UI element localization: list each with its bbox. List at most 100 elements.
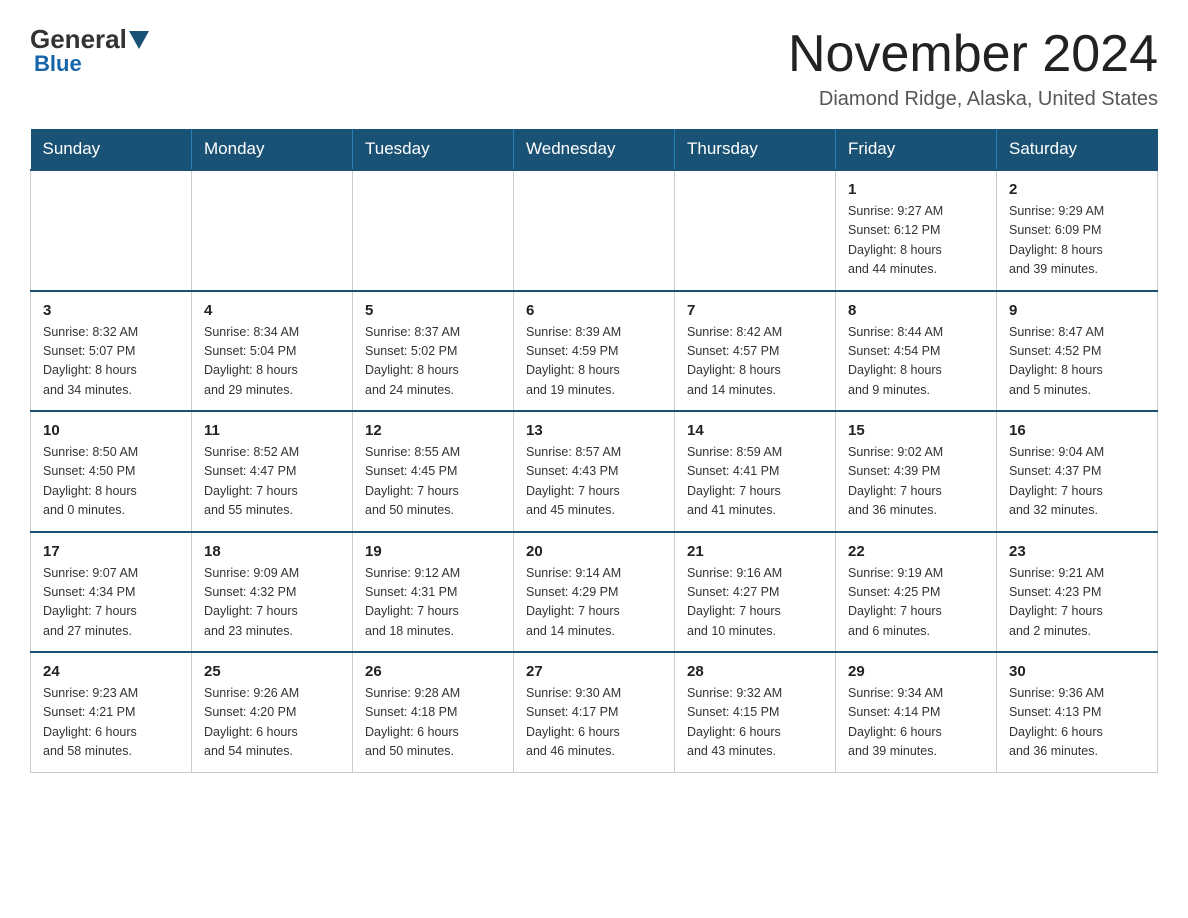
calendar-cell: 12 Sunrise: 8:55 AMSunset: 4:45 PMDayligh… xyxy=(353,411,514,532)
day-number: 22 xyxy=(848,543,984,560)
calendar-cell: 16 Sunrise: 9:04 AMSunset: 4:37 PMDayligh… xyxy=(997,411,1158,532)
day-info: Sunrise: 9:28 AMSunset: 4:18 PMDaylight:… xyxy=(365,684,501,762)
day-number: 12 xyxy=(365,422,501,439)
calendar-cell: 28 Sunrise: 9:32 AMSunset: 4:15 PMDayligh… xyxy=(675,652,836,772)
col-header-sunday: Sunday xyxy=(31,129,192,170)
day-info: Sunrise: 8:59 AMSunset: 4:41 PMDaylight:… xyxy=(687,443,823,521)
logo-blue-text: Blue xyxy=(30,51,82,77)
day-info: Sunrise: 8:44 AMSunset: 4:54 PMDaylight:… xyxy=(848,323,984,401)
title-block: November 2024 Diamond Ridge, Alaska, Uni… xyxy=(788,24,1158,111)
calendar-cell: 17 Sunrise: 9:07 AMSunset: 4:34 PMDayligh… xyxy=(31,532,192,653)
logo: General Blue xyxy=(30,24,151,77)
calendar-cell: 6 Sunrise: 8:39 AMSunset: 4:59 PMDaylight… xyxy=(514,291,675,412)
calendar-cell xyxy=(31,170,192,291)
calendar-cell: 11Sunrise: 8:52 AMSunset: 4:47 PMDayligh… xyxy=(192,411,353,532)
col-header-wednesday: Wednesday xyxy=(514,129,675,170)
day-info: Sunrise: 8:39 AMSunset: 4:59 PMDaylight:… xyxy=(526,323,662,401)
day-number: 1 xyxy=(848,181,984,198)
calendar-cell: 2Sunrise: 9:29 AMSunset: 6:09 PMDaylight… xyxy=(997,170,1158,291)
day-number: 20 xyxy=(526,543,662,560)
day-number: 8 xyxy=(848,302,984,319)
day-info: Sunrise: 9:27 AMSunset: 6:12 PMDaylight:… xyxy=(848,202,984,280)
day-number: 2 xyxy=(1009,181,1145,198)
day-info: Sunrise: 9:19 AMSunset: 4:25 PMDaylight:… xyxy=(848,564,984,642)
day-info: Sunrise: 8:55 AMSunset: 4:45 PMDaylight:… xyxy=(365,443,501,521)
calendar-cell: 22 Sunrise: 9:19 AMSunset: 4:25 PMDayligh… xyxy=(836,532,997,653)
day-info: Sunrise: 8:34 AMSunset: 5:04 PMDaylight:… xyxy=(204,323,340,401)
day-info: Sunrise: 9:04 AMSunset: 4:37 PMDaylight:… xyxy=(1009,443,1145,521)
calendar-cell: 14 Sunrise: 8:59 AMSunset: 4:41 PMDayligh… xyxy=(675,411,836,532)
calendar-week-row: 1 Sunrise: 9:27 AMSunset: 6:12 PMDaylight… xyxy=(31,170,1158,291)
calendar-cell xyxy=(192,170,353,291)
calendar-cell: 18Sunrise: 9:09 AMSunset: 4:32 PMDayligh… xyxy=(192,532,353,653)
day-info: Sunrise: 8:37 AMSunset: 5:02 PMDaylight:… xyxy=(365,323,501,401)
logo-triangle-icon xyxy=(129,31,149,49)
day-number: 13 xyxy=(526,422,662,439)
calendar-cell xyxy=(675,170,836,291)
calendar-header-row: SundayMondayTuesdayWednesdayThursdayFrid… xyxy=(31,129,1158,170)
day-number: 16 xyxy=(1009,422,1145,439)
calendar-week-row: 3 Sunrise: 8:32 AMSunset: 5:07 PMDaylight… xyxy=(31,291,1158,412)
day-info: Sunrise: 9:07 AMSunset: 4:34 PMDaylight:… xyxy=(43,564,179,642)
day-number: 28 xyxy=(687,663,823,680)
day-number: 6 xyxy=(526,302,662,319)
calendar-subtitle: Diamond Ridge, Alaska, United States xyxy=(788,88,1158,111)
calendar-week-row: 10Sunrise: 8:50 AMSunset: 4:50 PMDayligh… xyxy=(31,411,1158,532)
day-number: 5 xyxy=(365,302,501,319)
calendar-cell: 26Sunrise: 9:28 AMSunset: 4:18 PMDayligh… xyxy=(353,652,514,772)
day-number: 23 xyxy=(1009,543,1145,560)
calendar-week-row: 17 Sunrise: 9:07 AMSunset: 4:34 PMDayligh… xyxy=(31,532,1158,653)
calendar-cell: 1 Sunrise: 9:27 AMSunset: 6:12 PMDaylight… xyxy=(836,170,997,291)
calendar-cell xyxy=(353,170,514,291)
day-info: Sunrise: 9:12 AMSunset: 4:31 PMDaylight:… xyxy=(365,564,501,642)
day-info: Sunrise: 9:36 AMSunset: 4:13 PMDaylight:… xyxy=(1009,684,1145,762)
day-number: 14 xyxy=(687,422,823,439)
day-number: 3 xyxy=(43,302,179,319)
calendar-cell: 5 Sunrise: 8:37 AMSunset: 5:02 PMDaylight… xyxy=(353,291,514,412)
col-header-tuesday: Tuesday xyxy=(353,129,514,170)
calendar-cell: 7 Sunrise: 8:42 AMSunset: 4:57 PMDaylight… xyxy=(675,291,836,412)
day-info: Sunrise: 8:42 AMSunset: 4:57 PMDaylight:… xyxy=(687,323,823,401)
day-number: 7 xyxy=(687,302,823,319)
day-info: Sunrise: 9:30 AMSunset: 4:17 PMDaylight:… xyxy=(526,684,662,762)
calendar-week-row: 24 Sunrise: 9:23 AMSunset: 4:21 PMDayligh… xyxy=(31,652,1158,772)
day-number: 27 xyxy=(526,663,662,680)
day-number: 29 xyxy=(848,663,984,680)
calendar-cell: 21Sunrise: 9:16 AMSunset: 4:27 PMDayligh… xyxy=(675,532,836,653)
day-number: 9 xyxy=(1009,302,1145,319)
calendar-title: November 2024 xyxy=(788,24,1158,84)
day-number: 19 xyxy=(365,543,501,560)
calendar-cell: 27 Sunrise: 9:30 AMSunset: 4:17 PMDayligh… xyxy=(514,652,675,772)
calendar-cell: 8 Sunrise: 8:44 AMSunset: 4:54 PMDaylight… xyxy=(836,291,997,412)
calendar-cell: 3 Sunrise: 8:32 AMSunset: 5:07 PMDaylight… xyxy=(31,291,192,412)
col-header-monday: Monday xyxy=(192,129,353,170)
calendar-cell: 30Sunrise: 9:36 AMSunset: 4:13 PMDayligh… xyxy=(997,652,1158,772)
day-info: Sunrise: 9:34 AMSunset: 4:14 PMDaylight:… xyxy=(848,684,984,762)
calendar-cell xyxy=(514,170,675,291)
calendar-cell: 10Sunrise: 8:50 AMSunset: 4:50 PMDayligh… xyxy=(31,411,192,532)
calendar-cell: 25Sunrise: 9:26 AMSunset: 4:20 PMDayligh… xyxy=(192,652,353,772)
day-info: Sunrise: 9:21 AMSunset: 4:23 PMDaylight:… xyxy=(1009,564,1145,642)
day-info: Sunrise: 9:32 AMSunset: 4:15 PMDaylight:… xyxy=(687,684,823,762)
calendar-cell: 23 Sunrise: 9:21 AMSunset: 4:23 PMDayligh… xyxy=(997,532,1158,653)
page-header: General Blue November 2024 Diamond Ridge… xyxy=(30,24,1158,111)
day-number: 15 xyxy=(848,422,984,439)
day-info: Sunrise: 8:47 AMSunset: 4:52 PMDaylight:… xyxy=(1009,323,1145,401)
col-header-friday: Friday xyxy=(836,129,997,170)
day-info: Sunrise: 8:50 AMSunset: 4:50 PMDaylight:… xyxy=(43,443,179,521)
calendar-cell: 4 Sunrise: 8:34 AMSunset: 5:04 PMDaylight… xyxy=(192,291,353,412)
col-header-saturday: Saturday xyxy=(997,129,1158,170)
day-number: 17 xyxy=(43,543,179,560)
day-info: Sunrise: 8:57 AMSunset: 4:43 PMDaylight:… xyxy=(526,443,662,521)
day-number: 4 xyxy=(204,302,340,319)
calendar-cell: 13 Sunrise: 8:57 AMSunset: 4:43 PMDayligh… xyxy=(514,411,675,532)
day-number: 24 xyxy=(43,663,179,680)
day-info: Sunrise: 8:32 AMSunset: 5:07 PMDaylight:… xyxy=(43,323,179,401)
day-number: 11 xyxy=(204,422,340,439)
day-info: Sunrise: 9:09 AMSunset: 4:32 PMDaylight:… xyxy=(204,564,340,642)
calendar-cell: 9 Sunrise: 8:47 AMSunset: 4:52 PMDaylight… xyxy=(997,291,1158,412)
calendar-cell: 15Sunrise: 9:02 AMSunset: 4:39 PMDayligh… xyxy=(836,411,997,532)
day-info: Sunrise: 9:23 AMSunset: 4:21 PMDaylight:… xyxy=(43,684,179,762)
calendar-table: SundayMondayTuesdayWednesdayThursdayFrid… xyxy=(30,129,1158,773)
day-number: 21 xyxy=(687,543,823,560)
